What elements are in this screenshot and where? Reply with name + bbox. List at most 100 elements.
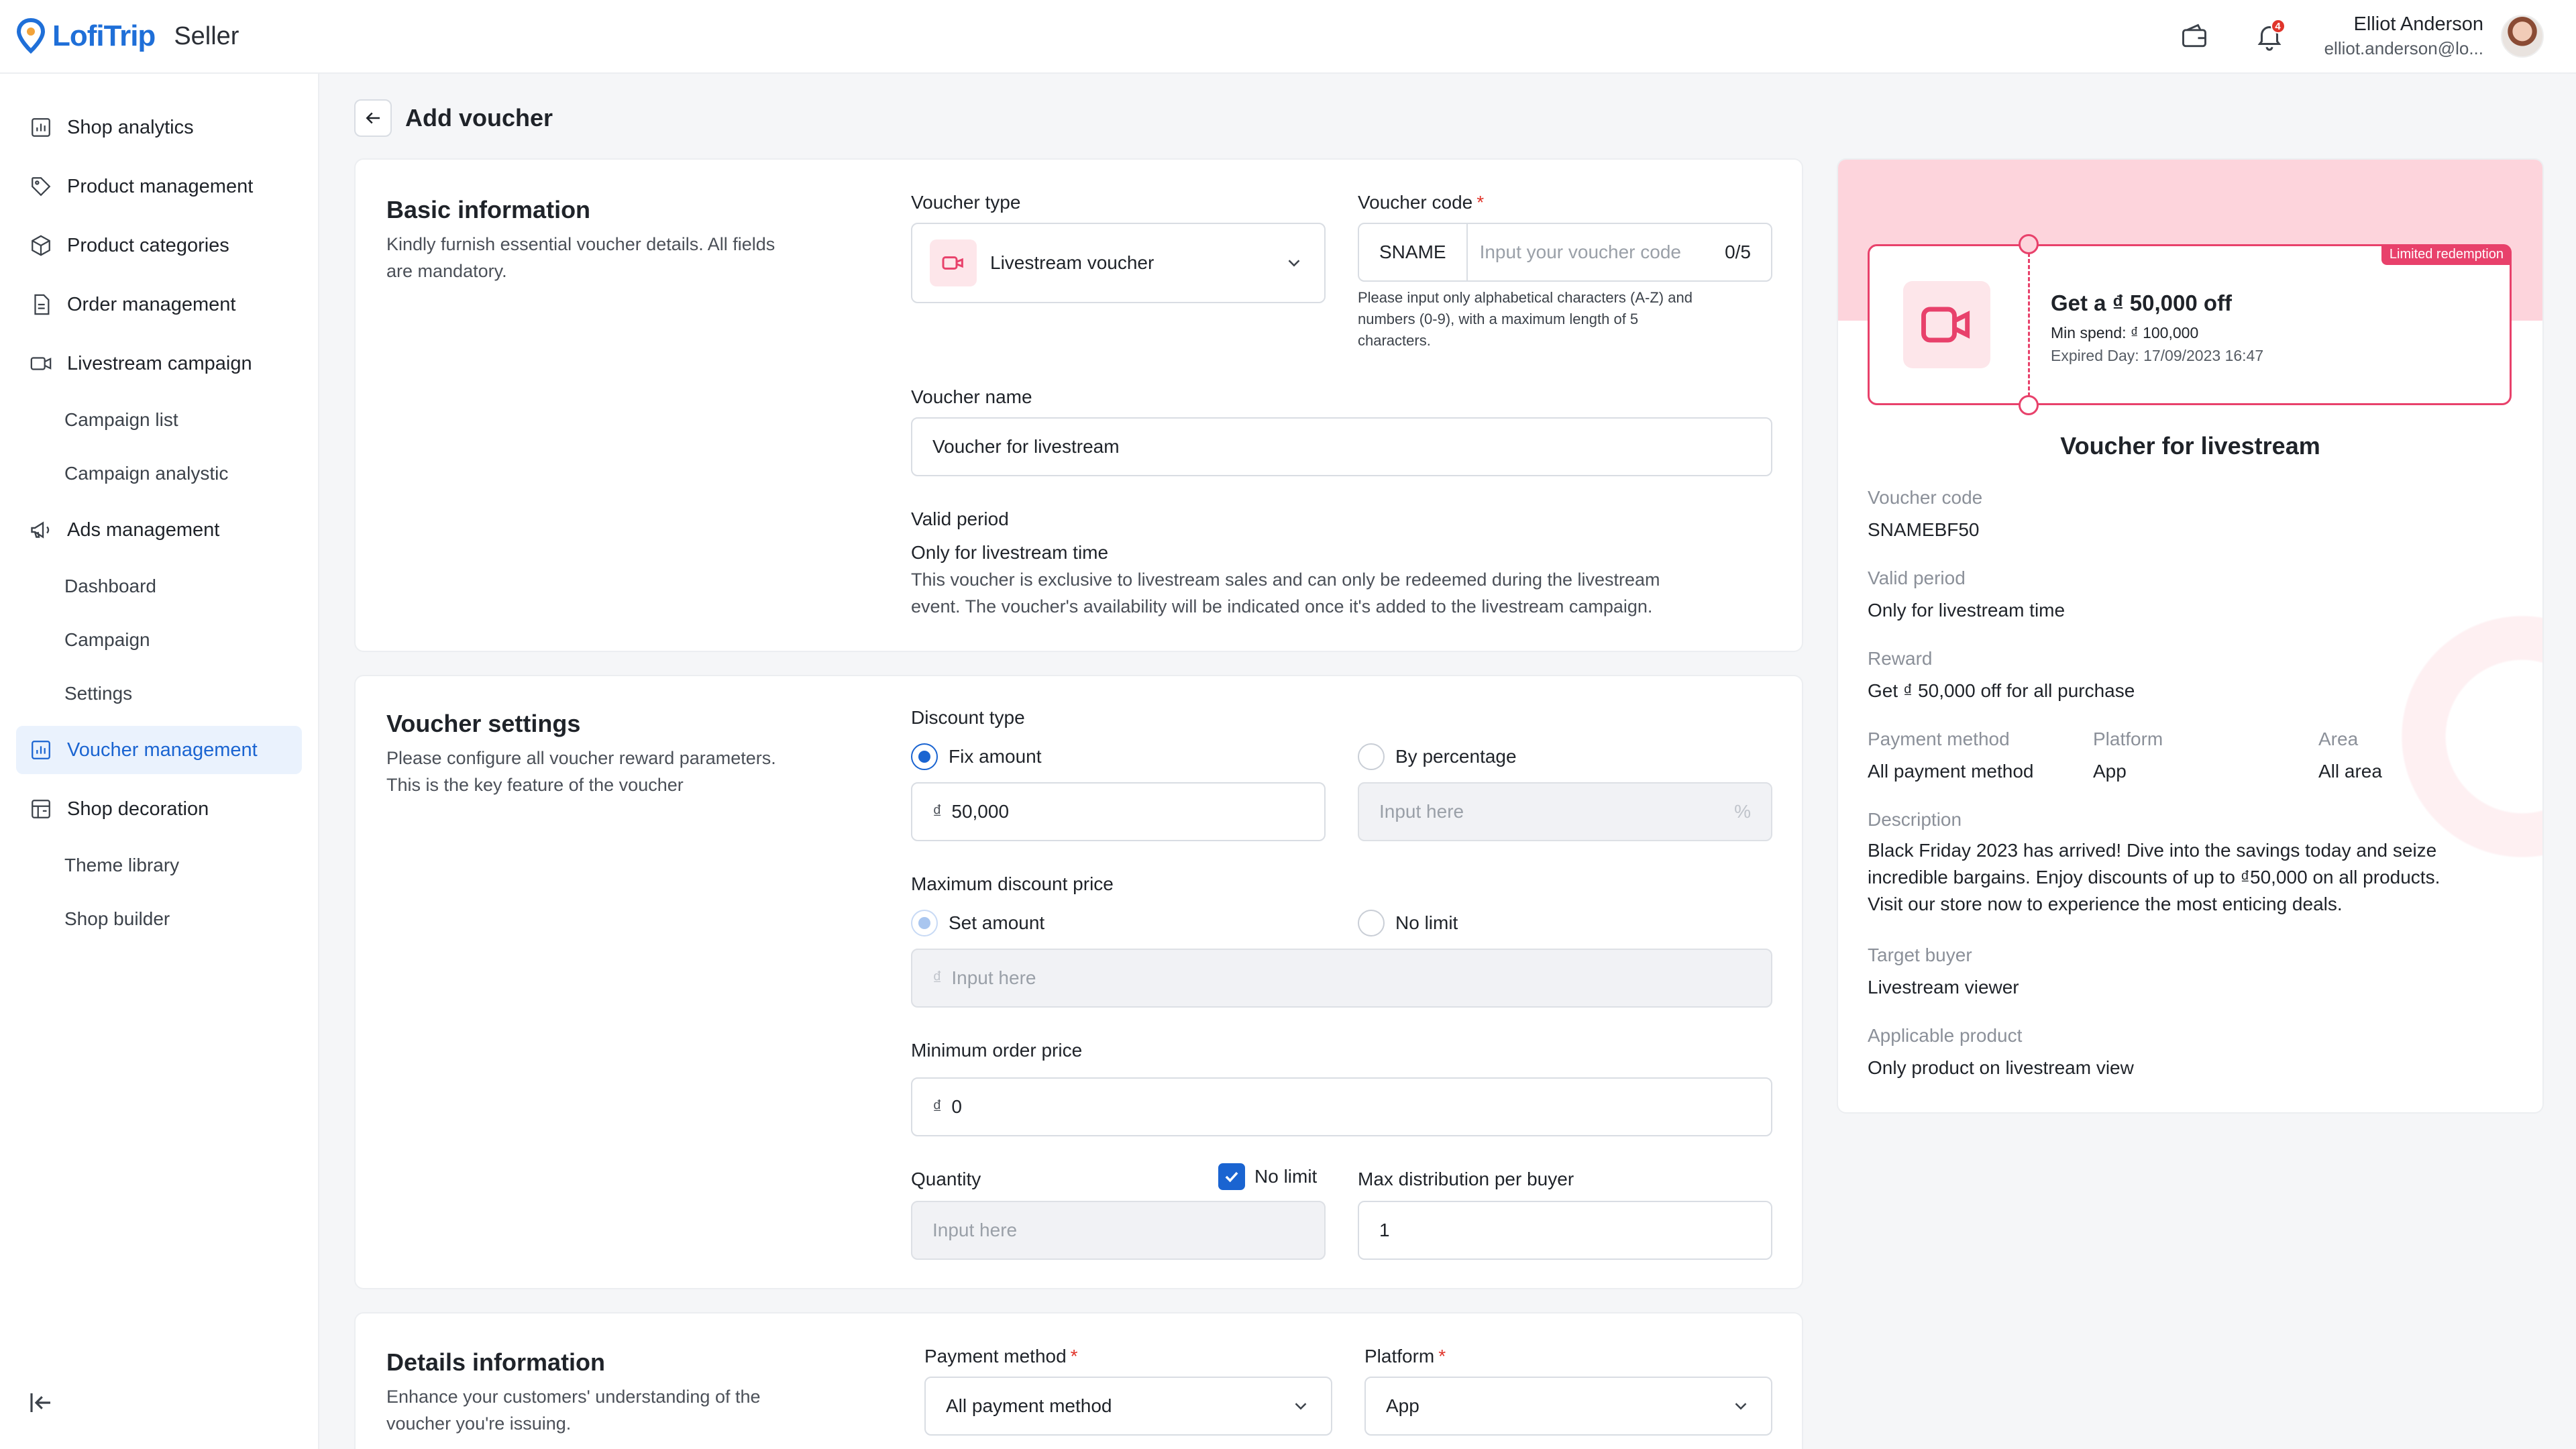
sidebar-item-order-management[interactable]: Order management (16, 280, 302, 329)
sidebar-item-label: Livestream campaign (67, 352, 252, 374)
fix-amount-radio[interactable]: Fix amount (911, 743, 1042, 770)
user-name: Elliot Anderson (2353, 13, 2483, 35)
preview-area-value: All area (2318, 761, 2382, 782)
voucher-code-label: Voucher code * (1358, 192, 1485, 213)
notification-bell-icon[interactable]: 4 (2249, 16, 2290, 56)
preview-description-label: Description (1868, 809, 1962, 830)
preview-reward-label: Reward (1868, 648, 1933, 669)
fix-amount-input[interactable]: ₫ 50,000 (911, 782, 1326, 841)
by-percentage-radio[interactable]: By percentage (1358, 743, 1517, 770)
sidebar-item-campaign[interactable]: Campaign (16, 619, 302, 661)
quantity-label: Quantity (911, 1169, 981, 1189)
preview-area-label: Area (2318, 729, 2359, 749)
max-discount-input[interactable]: ₫ Input here (911, 949, 1772, 1008)
sidebar: Shop analytics Product management Produc… (0, 74, 319, 1449)
set-amount-radio[interactable]: Set amount (911, 910, 1044, 936)
sidebar-item-label: Shop decoration (67, 798, 209, 820)
min-order-input[interactable]: ₫ 0 (911, 1077, 1772, 1136)
discount-type-label: Discount type (911, 707, 1025, 728)
tag-icon (28, 174, 54, 199)
voucher-settings-card: Voucher settings Please configure all vo… (354, 675, 1803, 1289)
preview-payment-value: All payment method (1868, 761, 2034, 782)
document-icon (28, 292, 54, 317)
chevron-down-icon (1288, 260, 1300, 267)
user-email: elliot.anderson@lo... (2324, 38, 2483, 58)
sidebar-item-shop-decoration[interactable]: Shop decoration (16, 785, 302, 833)
voucher-code-prefix: SNAME (1359, 224, 1468, 280)
collapse-sidebar-icon[interactable] (27, 1389, 55, 1417)
preview-target-label: Target buyer (1868, 945, 1972, 965)
quantity-input[interactable]: Input here (911, 1201, 1326, 1260)
chart-icon (28, 737, 54, 763)
section-title: Basic information (386, 196, 591, 223)
voucher-name-input[interactable]: Voucher for livestream (911, 417, 1772, 476)
no-limit-radio[interactable]: No limit (1358, 910, 1458, 936)
preview-reward-value: Get ₫ 50,000 off for all purchase (1868, 680, 2135, 701)
sidebar-item-product-management[interactable]: Product management (16, 162, 302, 211)
voucher-name-label: Voucher name (911, 386, 1032, 407)
voucher-code-counter: 0/5 (1725, 241, 1751, 262)
voucher-code-hint: Please input only alphabetical character… (1358, 289, 1693, 349)
sidebar-item-ads-management[interactable]: Ads management (16, 506, 302, 554)
sidebar-item-dashboard[interactable]: Dashboard (16, 565, 302, 608)
video-icon (1903, 281, 1990, 368)
box-icon (28, 233, 54, 258)
voucher-type-select[interactable]: Livestream voucher (911, 223, 1326, 303)
voucher-code-field[interactable]: SNAME Input your voucher code 0/5 (1358, 223, 1772, 282)
sidebar-item-label: Product management (67, 175, 254, 197)
payment-method-select[interactable]: All payment method (924, 1377, 1332, 1436)
logo-pin-icon (16, 17, 46, 54)
logo-text: LofiTrip (52, 19, 156, 52)
chevron-down-icon (1295, 1403, 1307, 1410)
section-title: Voucher settings (386, 710, 581, 737)
max-distribution-input[interactable]: 1 (1358, 1201, 1772, 1260)
sidebar-item-voucher-management[interactable]: Voucher management (16, 726, 302, 774)
voucher-code-input[interactable]: Input your voucher code (1468, 241, 1725, 263)
preview-target-value: Livestream viewer (1868, 977, 2019, 998)
preview-valid-label: Valid period (1868, 568, 1966, 588)
logo[interactable]: LofiTrip Seller (16, 17, 239, 55)
section-description: Enhance your customers' understanding of… (386, 1387, 761, 1434)
valid-period-label: Valid period (911, 508, 1009, 529)
details-information-card: Details information Enhance your custome… (354, 1312, 1803, 1449)
chart-icon (28, 115, 54, 140)
sidebar-item-theme-library[interactable]: Theme library (16, 844, 302, 887)
sidebar-item-label: Product categories (67, 234, 229, 256)
platform-select[interactable]: App (1364, 1377, 1772, 1436)
sidebar-item-livestream-campaign[interactable]: Livestream campaign (16, 339, 302, 388)
video-icon (28, 351, 54, 376)
app-label: Seller (174, 21, 239, 50)
sidebar-item-shop-analytics[interactable]: Shop analytics (16, 103, 302, 152)
video-icon (930, 239, 977, 286)
limited-redemption-badge: Limited redemption (2381, 244, 2512, 265)
wallet-icon[interactable] (2174, 16, 2214, 56)
preview-applicable-label: Applicable product (1868, 1025, 2023, 1046)
sidebar-item-campaign-analystic[interactable]: Campaign analystic (16, 452, 302, 495)
sidebar-item-label: Ads management (67, 519, 220, 541)
avatar[interactable] (2501, 15, 2544, 58)
basic-information-card: Basic information Kindly furnish essenti… (354, 158, 1803, 652)
preview-code-value: SNAMEBF50 (1868, 519, 1980, 540)
checkmark-icon (1218, 1163, 1245, 1190)
sidebar-item-campaign-list[interactable]: Campaign list (16, 398, 302, 441)
preview-voucher-name: Voucher for livestream (2060, 432, 2320, 460)
payment-method-label: Payment method * (924, 1346, 1078, 1366)
back-button[interactable] (354, 99, 392, 137)
section-description: Please configure all voucher reward para… (386, 748, 776, 795)
preview-applicable-value: Only product on livestream view (1868, 1057, 2134, 1078)
sidebar-item-settings[interactable]: Settings (16, 672, 302, 715)
page-title: Add voucher (405, 104, 553, 131)
ticket-min-spend: Min spend: ₫ 100,000 (2051, 324, 2199, 341)
sidebar-item-product-categories[interactable]: Product categories (16, 221, 302, 270)
percentage-input[interactable]: Input here % (1358, 782, 1772, 841)
max-discount-label: Maximum discount price (911, 873, 1114, 894)
preview-description-value: Black Friday 2023 has arrived! Dive into… (1868, 840, 2440, 914)
megaphone-icon (28, 517, 54, 543)
preview-payment-label: Payment method (1868, 729, 2010, 749)
preview-platform-value: App (2093, 761, 2127, 782)
user-info[interactable]: Elliot Anderson elliot.anderson@lo... (2324, 13, 2483, 59)
voucher-preview-panel: Limited redemption Get a ₫ 50,000 off Mi… (1837, 158, 2544, 1114)
quantity-no-limit-checkbox[interactable]: No limit (1218, 1163, 1317, 1190)
sidebar-item-shop-builder[interactable]: Shop builder (16, 898, 302, 941)
ticket-expired-day: Expired Day: 17/09/2023 16:47 (2051, 347, 2264, 364)
